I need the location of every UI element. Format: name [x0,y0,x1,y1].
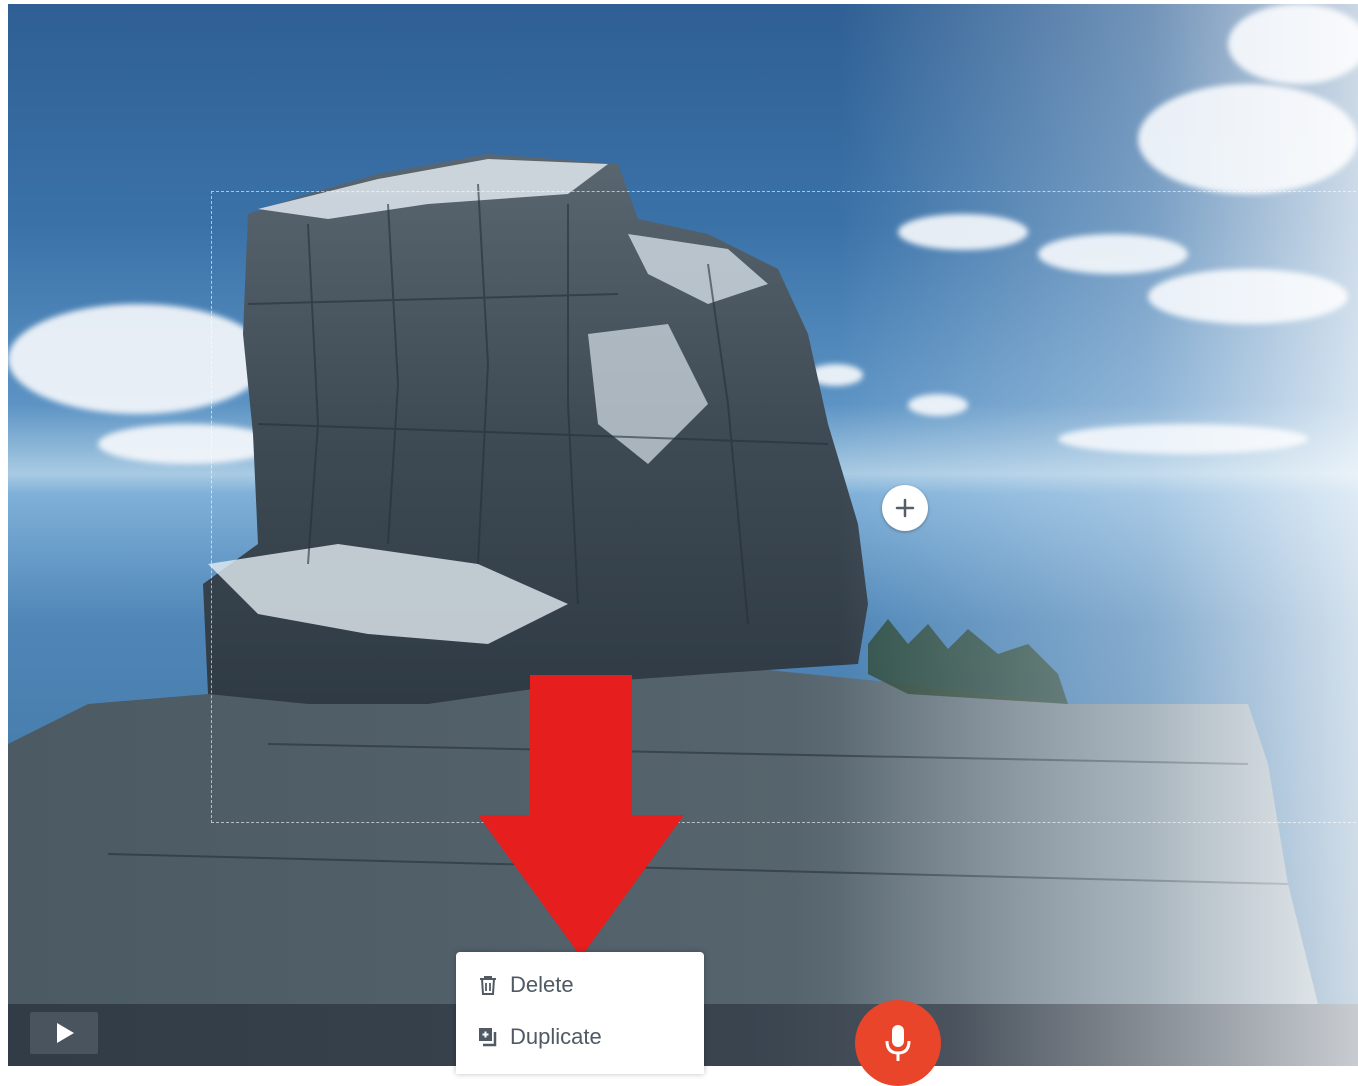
menu-item-label: Duplicate [510,1024,602,1049]
selection-box[interactable] [211,191,1358,823]
play-icon [57,1023,74,1043]
slide-canvas[interactable] [8,4,1358,1004]
menu-item-label: Delete [510,972,574,997]
plus-icon [895,498,915,518]
menu-item-delete[interactable]: Delete [476,972,574,998]
play-button[interactable] [30,1012,98,1054]
record-voice-button[interactable] [855,1000,941,1086]
menu-item-duplicate[interactable]: Duplicate [476,1024,602,1050]
microphone-icon [885,1025,911,1061]
trash-icon [476,973,500,997]
annotation-arrow-icon [478,675,684,957]
duplicate-icon [476,1025,500,1049]
context-menu: Delete Duplicate [456,952,704,1074]
add-button[interactable] [882,485,928,531]
